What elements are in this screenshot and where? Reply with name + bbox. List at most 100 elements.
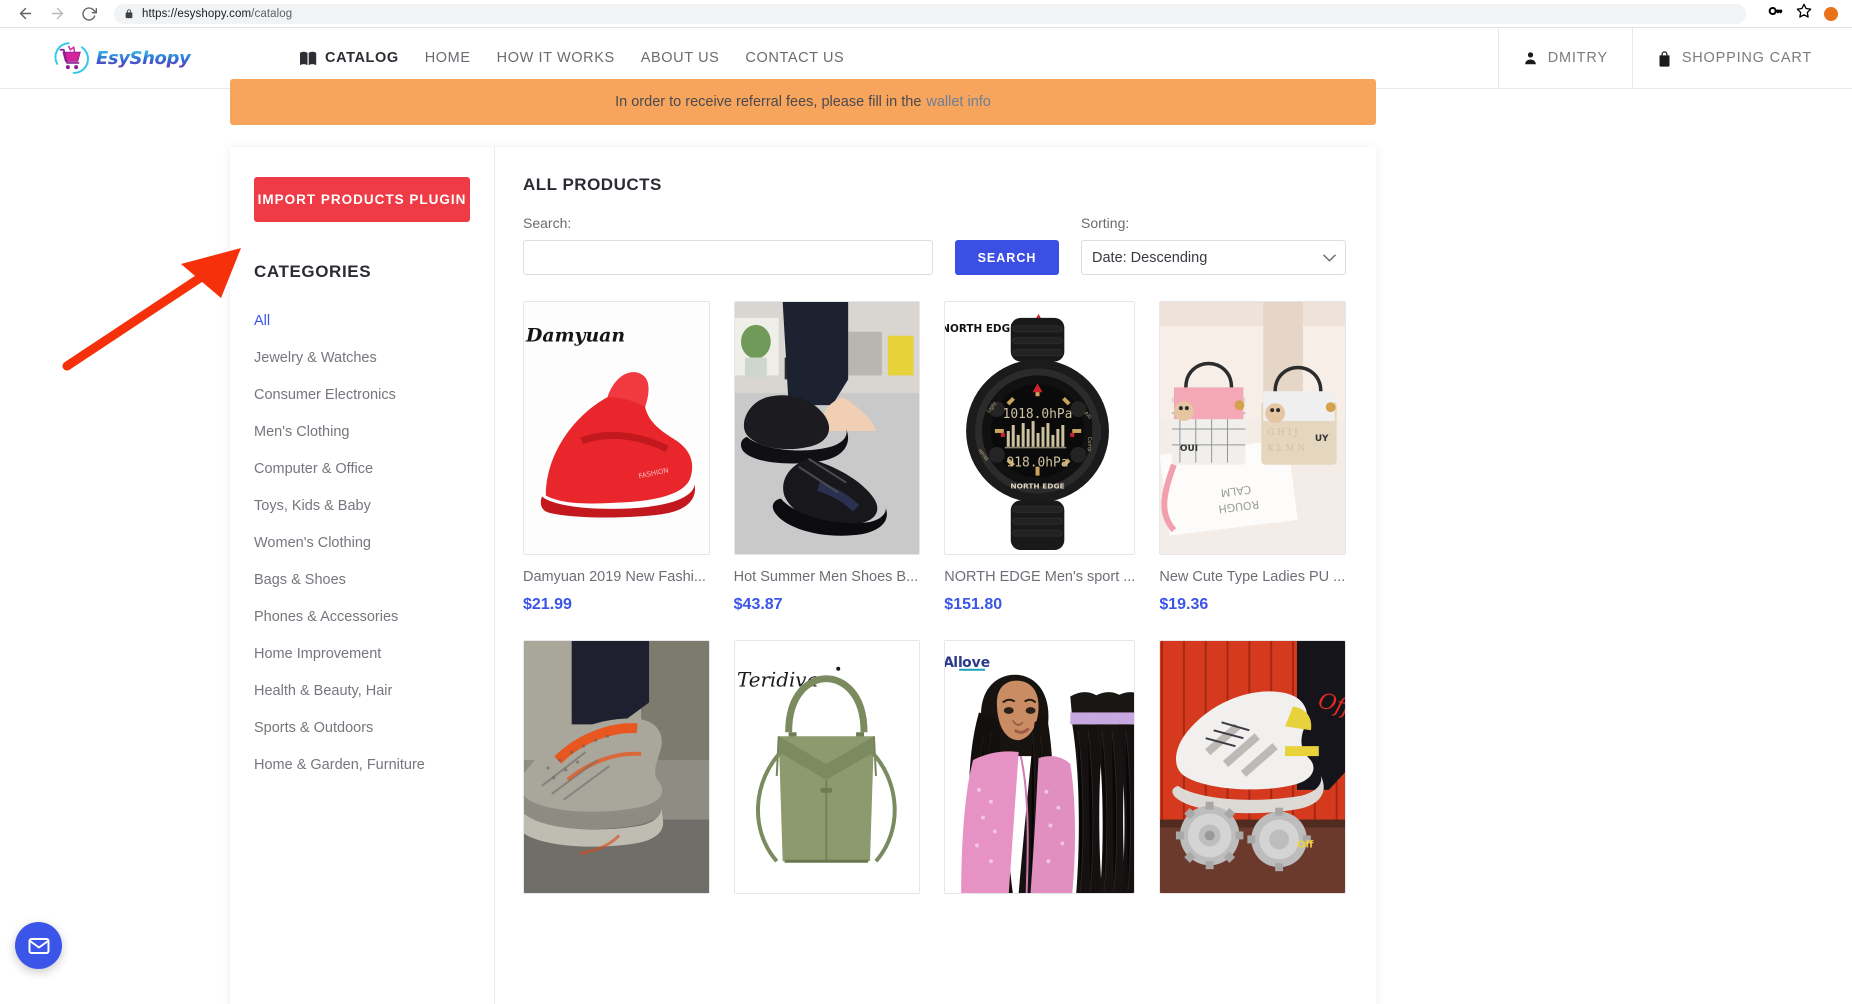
product-image-teridiva-green-bag[interactable]: Teridiva xyxy=(733,640,921,894)
site-logo[interactable]: EsyShopy xyxy=(52,39,192,77)
url-path: /catalog xyxy=(251,7,293,20)
product-image-white-sneakers-red[interactable]: Off Off xyxy=(1159,640,1346,894)
header-right-actions: DMITRY SHOPPING CART xyxy=(1497,28,1852,88)
product-card[interactable]: A ll ove xyxy=(944,640,1136,919)
sorting-label: Sorting: xyxy=(1081,215,1130,231)
sidebar-item-phones-accessories[interactable]: Phones & Accessories xyxy=(254,598,470,635)
product-card[interactable]: Off Off xyxy=(1159,640,1346,919)
catalog-sidebar: IMPORT PRODUCTS PLUGIN CATEGORIES All Je… xyxy=(230,147,495,1004)
sidebar-item-toys-kids-baby[interactable]: Toys, Kids & Baby xyxy=(254,487,470,524)
url-text: https://esyshopy.com/catalog xyxy=(142,8,292,20)
svg-text:Damyuan: Damyuan xyxy=(525,325,625,347)
nav-label: HOME xyxy=(424,50,471,66)
product-image-red-sneaker-damyuan[interactable]: Damyuan FASHION xyxy=(523,301,710,555)
referral-alert-banner: In order to receive referral fees, pleas… xyxy=(230,79,1376,125)
account-menu[interactable]: DMITRY xyxy=(1497,28,1632,88)
svg-text:NORTH EDGE: NORTH EDGE xyxy=(945,323,1017,335)
product-price: $19.36 xyxy=(1159,596,1209,613)
svg-text:UY: UY xyxy=(1315,434,1329,444)
sidebar-item-jewelry-watches[interactable]: Jewelry & Watches xyxy=(254,339,470,376)
import-products-plugin-button[interactable]: IMPORT PRODUCTS PLUGIN xyxy=(254,177,470,222)
catalog-shell: IMPORT PRODUCTS PLUGIN CATEGORIES All Je… xyxy=(230,147,1376,1004)
nav-label: CONTACT US xyxy=(745,50,845,66)
svg-text:918.0hPa: 918.0hPa xyxy=(1007,456,1069,471)
red-pointer-arrow xyxy=(62,248,241,371)
product-card[interactable]: Teridiva xyxy=(733,640,921,919)
address-bar[interactable]: https://esyshopy.com/catalog xyxy=(114,3,1746,24)
search-field-group: Search: xyxy=(523,215,933,275)
product-image-allove-hair-bundles[interactable]: A ll ove xyxy=(944,640,1136,894)
product-card[interactable]: NORTH EDGE 1018.0hPa 918.0hPa NORTH EDGE… xyxy=(944,301,1136,614)
shopping-cart-button[interactable]: SHOPPING CART xyxy=(1631,28,1852,88)
nav-item-home[interactable]: HOME xyxy=(425,50,471,66)
book-icon xyxy=(300,51,318,66)
products-panel: ALL PRODUCTS Search: SEARCH Sorting: Dat… xyxy=(495,147,1376,1004)
sidebar-item-sports-outdoors[interactable]: Sports & Outdoors xyxy=(254,709,470,746)
wallet-info-link[interactable]: wallet info xyxy=(926,94,990,110)
nav-item-about-us[interactable]: ABOUT US xyxy=(641,50,720,66)
filters-row: Search: SEARCH Sorting: Date: Descending xyxy=(523,215,1346,275)
nav-label: CATALOG xyxy=(325,50,399,66)
nav-label: ABOUT US xyxy=(640,50,720,66)
product-name: NORTH EDGE Men's sport ... xyxy=(944,569,1136,585)
svg-text:K L M N: K L M N xyxy=(1268,444,1306,454)
sidebar-item-computer-office[interactable]: Computer & Office xyxy=(254,450,470,487)
shopping-bag-icon xyxy=(1657,50,1672,67)
product-card[interactable]: Damyuan FASHION Damyuan 2019 New Fashi..… xyxy=(523,301,710,614)
profile-avatar[interactable] xyxy=(1824,6,1838,21)
sorting-select-wrapper[interactable]: Date: Descending xyxy=(1081,240,1346,275)
sidebar-item-mens-clothing[interactable]: Men's Clothing xyxy=(254,413,470,450)
svg-text:1018.0hPa: 1018.0hPa xyxy=(1003,407,1073,422)
sidebar-item-all[interactable]: All xyxy=(254,302,470,339)
envelope-icon xyxy=(27,934,51,958)
product-name: Hot Summer Men Shoes B... xyxy=(733,569,919,585)
key-icon[interactable] xyxy=(1768,3,1784,24)
search-input[interactable] xyxy=(523,240,933,275)
forward-arrow-icon[interactable] xyxy=(46,3,68,25)
product-card[interactable] xyxy=(523,640,710,919)
product-image-pink-beige-handbags[interactable]: CALM ROUGH OUI G H I J K L M N UY xyxy=(1159,301,1346,555)
product-image-north-edge-watch[interactable]: NORTH EDGE 1018.0hPa 918.0hPa NORTH EDGE… xyxy=(944,301,1136,555)
sorting-field-group: Sorting: Date: Descending xyxy=(1081,215,1346,275)
nav-item-contact-us[interactable]: CONTACT US xyxy=(745,50,844,66)
svg-text:Off: Off xyxy=(1297,839,1314,850)
chat-widget-button[interactable] xyxy=(15,922,62,969)
product-price: $43.87 xyxy=(733,596,783,613)
account-label: DMITRY xyxy=(1547,50,1608,66)
product-price: $151.80 xyxy=(944,596,1003,613)
nav-item-how-it-works[interactable]: HOW IT WORKS xyxy=(497,50,615,66)
product-image-grey-orange-sneaker[interactable] xyxy=(523,640,710,894)
product-image-black-shoes-on-feet[interactable] xyxy=(733,301,921,555)
sidebar-item-womens-clothing[interactable]: Women's Clothing xyxy=(254,524,470,561)
svg-text:Comp: Comp xyxy=(1086,437,1092,451)
back-arrow-icon[interactable] xyxy=(14,3,36,25)
nav-item-catalog[interactable]: CATALOG xyxy=(300,50,399,66)
reload-icon[interactable] xyxy=(78,3,100,25)
sidebar-item-bags-shoes[interactable]: Bags & Shoes xyxy=(254,561,470,598)
svg-text:NORTH EDGE: NORTH EDGE xyxy=(1011,482,1065,491)
sorting-select[interactable]: Date: Descending xyxy=(1081,240,1346,275)
user-icon xyxy=(1523,50,1538,66)
sidebar-item-health-beauty-hair[interactable]: Health & Beauty, Hair xyxy=(254,672,470,709)
logo-text: EsyShopy xyxy=(96,47,191,69)
search-button[interactable]: SEARCH xyxy=(955,240,1059,275)
product-price: $21.99 xyxy=(523,596,572,613)
product-name: New Cute Type Ladies PU ... xyxy=(1159,569,1346,585)
sidebar-item-home-improvement[interactable]: Home Improvement xyxy=(254,635,470,672)
browser-toolbar: https://esyshopy.com/catalog xyxy=(0,0,1852,27)
product-grid: Damyuan FASHION Damyuan 2019 New Fashi..… xyxy=(523,301,1346,919)
product-card[interactable]: Hot Summer Men Shoes B... $43.87 xyxy=(733,301,921,614)
nav-label: HOW IT WORKS xyxy=(496,50,615,66)
svg-text:ove: ove xyxy=(962,655,990,671)
alert-text: In order to receive referral fees, pleas… xyxy=(615,94,922,110)
page-body: EsyShopy CATALOG HOME HOW IT WORKS ABOUT… xyxy=(0,27,1852,1004)
sidebar-item-consumer-electronics[interactable]: Consumer Electronics xyxy=(254,376,470,413)
svg-text:G H I J: G H I J xyxy=(1268,428,1299,438)
star-icon[interactable] xyxy=(1796,3,1812,24)
product-card[interactable]: CALM ROUGH OUI G H I J K L M N UY New Cu… xyxy=(1159,301,1346,614)
product-name: Damyuan 2019 New Fashi... xyxy=(523,569,706,585)
sidebar-item-home-garden-furniture[interactable]: Home & Garden, Furniture xyxy=(254,746,470,783)
svg-text:OUI: OUI xyxy=(1180,444,1198,454)
categories-heading: CATEGORIES xyxy=(254,262,372,281)
url-origin: https://esyshopy.com xyxy=(142,7,252,20)
